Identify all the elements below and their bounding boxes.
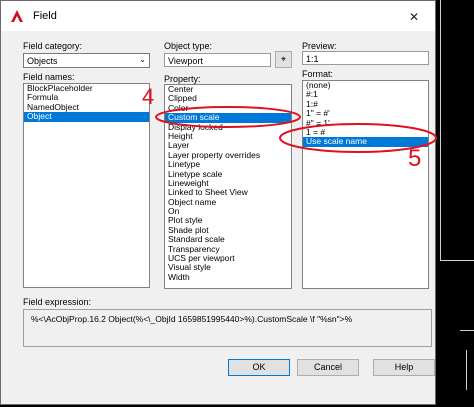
- ok-button[interactable]: OK: [228, 359, 290, 376]
- field-expression-box[interactable]: %<\AcObjProp.16.2 Object(%<\_ObjId 16598…: [23, 309, 432, 347]
- object-type-label: Object type:: [164, 41, 213, 51]
- object-type-field: Viewport: [164, 53, 271, 67]
- select-object-button[interactable]: ⌖: [275, 51, 292, 68]
- field-names-label: Field names:: [23, 72, 75, 82]
- cancel-button[interactable]: Cancel: [297, 359, 359, 376]
- crosshair-icon: ⌖: [280, 54, 287, 64]
- title-bar: Field ✕: [1, 1, 435, 31]
- field-category-label: Field category:: [23, 41, 83, 51]
- format-list[interactable]: (none) #:1 1:# 1" = #' #" = 1' 1 = # Use scale…: [302, 80, 429, 289]
- format-item[interactable]: #:1: [303, 89, 428, 99]
- object-type-value: Viewport: [168, 56, 203, 66]
- field-category-value: Objects: [27, 56, 58, 66]
- cad-line: [440, 0, 441, 260]
- property-label: Property:: [164, 74, 201, 84]
- field-expression-value: %<\AcObjProp.16.2 Object(%<\_ObjId 16598…: [31, 314, 353, 324]
- window-title: Field: [33, 10, 57, 22]
- cad-line: [466, 350, 467, 390]
- preview-value: 1:1: [306, 54, 319, 64]
- field-dialog: Field ✕ Field category: Objects ⌄ Field …: [0, 0, 436, 405]
- format-item[interactable]: Use scale name: [303, 136, 428, 147]
- format-label: Format:: [302, 69, 334, 79]
- help-button[interactable]: Help: [373, 359, 435, 376]
- field-expression-label: Field expression:: [23, 297, 92, 307]
- close-icon[interactable]: ✕: [409, 10, 419, 24]
- chevron-down-icon: ⌄: [139, 55, 146, 64]
- property-item[interactable]: Width: [165, 272, 291, 282]
- cad-line: [440, 260, 474, 261]
- property-item[interactable]: Object name: [165, 197, 291, 207]
- field-category-select[interactable]: Objects ⌄: [23, 53, 150, 68]
- autocad-logo-icon: [11, 10, 23, 22]
- cad-line: [460, 330, 474, 331]
- field-name-item[interactable]: Object: [24, 111, 149, 122]
- format-item[interactable]: (none): [303, 81, 428, 90]
- preview-label: Preview:: [302, 41, 337, 51]
- preview-field: 1:1: [302, 51, 429, 65]
- field-names-list[interactable]: BlockPlaceholder Formula NamedObject Object: [23, 83, 150, 288]
- property-list[interactable]: Center Clipped Color Custom scale Display lo…: [164, 84, 292, 289]
